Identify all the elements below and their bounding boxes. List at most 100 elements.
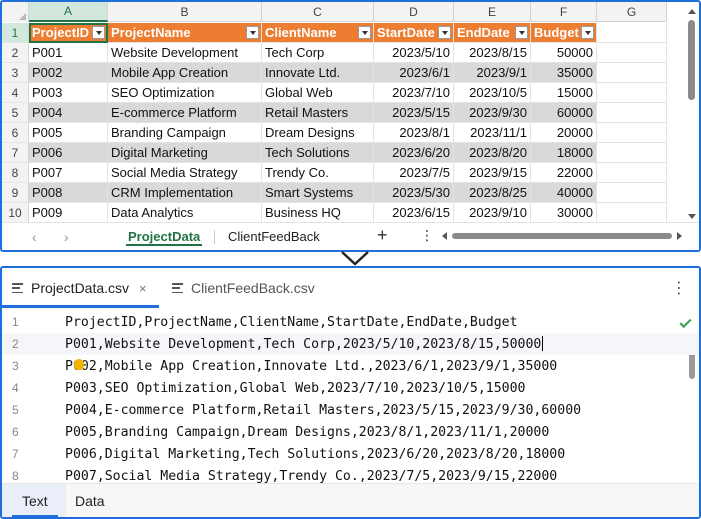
row-number[interactable]: 3 bbox=[2, 63, 29, 83]
filter-dropdown-icon[interactable] bbox=[438, 26, 451, 39]
table-cell[interactable]: 2023/7/10 bbox=[374, 83, 454, 103]
filter-dropdown-icon[interactable] bbox=[581, 26, 594, 39]
scroll-right-icon[interactable] bbox=[677, 232, 682, 240]
empty-cell[interactable] bbox=[597, 163, 667, 183]
row-number[interactable]: 2 bbox=[2, 43, 29, 63]
table-cell[interactable]: Business HQ bbox=[262, 203, 374, 223]
table-cell[interactable]: 2023/5/10 bbox=[374, 43, 454, 63]
code-line[interactable]: 7 P006,Digital Marketing,Tech Solutions,2… bbox=[2, 443, 699, 465]
file-tab-clientfeedback[interactable]: ClientFeedBack.csv bbox=[172, 268, 315, 308]
empty-cell[interactable] bbox=[597, 103, 667, 123]
column-header-c[interactable]: C bbox=[262, 2, 374, 22]
table-cell[interactable]: 2023/6/1 bbox=[374, 63, 454, 83]
sheet-tab-clientfeedback[interactable]: ClientFeedBack bbox=[220, 223, 328, 249]
header-cell-enddate[interactable]: EndDate bbox=[454, 23, 531, 43]
table-cell[interactable]: P001 bbox=[29, 43, 108, 63]
table-cell[interactable]: P007 bbox=[29, 163, 108, 183]
table-cell[interactable]: Tech Corp bbox=[262, 43, 374, 63]
table-cell[interactable]: Website Development bbox=[108, 43, 262, 63]
row-number[interactable]: 7 bbox=[2, 143, 29, 163]
row-number[interactable]: 6 bbox=[2, 123, 29, 143]
sheet-tab-projectdata[interactable]: ProjectData bbox=[120, 223, 208, 249]
header-cell-projectname[interactable]: ProjectName bbox=[108, 23, 262, 43]
next-sheet-icon[interactable]: › bbox=[64, 229, 69, 245]
table-cell[interactable]: CRM Implementation bbox=[108, 183, 262, 203]
table-cell[interactable]: Digital Marketing bbox=[108, 143, 262, 163]
table-cell[interactable]: P002 bbox=[29, 63, 108, 83]
table-cell[interactable]: Dream Designs bbox=[262, 123, 374, 143]
row-number[interactable]: 5 bbox=[2, 103, 29, 123]
table-cell[interactable]: 2023/11/1 bbox=[454, 123, 531, 143]
file-tab-projectdata[interactable]: ProjectData.csv × bbox=[12, 268, 147, 308]
scroll-thumb[interactable] bbox=[688, 20, 695, 100]
sheet-more-icon[interactable]: ⋮ bbox=[420, 227, 434, 244]
sheet-horizontal-scrollbar[interactable] bbox=[442, 229, 682, 243]
tab-data[interactable]: Data bbox=[75, 484, 105, 517]
table-cell[interactable]: P006 bbox=[29, 143, 108, 163]
scroll-down-icon[interactable] bbox=[688, 214, 696, 219]
table-cell[interactable]: P005 bbox=[29, 123, 108, 143]
table-cell[interactable]: Smart Systems bbox=[262, 183, 374, 203]
table-cell[interactable]: P003 bbox=[29, 83, 108, 103]
add-sheet-button[interactable]: + bbox=[377, 225, 388, 246]
table-cell[interactable]: Social Media Strategy bbox=[108, 163, 262, 183]
row-number[interactable]: 1 bbox=[2, 23, 29, 43]
table-cell[interactable]: P008 bbox=[29, 183, 108, 203]
table-cell[interactable]: Global Web bbox=[262, 83, 374, 103]
table-cell[interactable]: 22000 bbox=[531, 163, 597, 183]
tab-text[interactable]: Text bbox=[12, 484, 58, 517]
scroll-thumb[interactable] bbox=[452, 233, 672, 239]
code-line[interactable]: 6 P005,Branding Campaign,Dream Designs,20… bbox=[2, 421, 699, 443]
table-cell[interactable]: P009 bbox=[29, 203, 108, 223]
empty-cell[interactable] bbox=[597, 123, 667, 143]
prev-sheet-icon[interactable]: ‹ bbox=[32, 229, 37, 245]
empty-cell[interactable] bbox=[597, 63, 667, 83]
table-cell[interactable]: 2023/9/10 bbox=[454, 203, 531, 223]
row-number[interactable]: 8 bbox=[2, 163, 29, 183]
table-cell[interactable]: 35000 bbox=[531, 63, 597, 83]
code-line[interactable]: 1 ProjectID,ProjectName,ClientName,StartD… bbox=[2, 311, 699, 333]
scroll-left-icon[interactable] bbox=[442, 232, 447, 240]
table-cell[interactable]: 20000 bbox=[531, 123, 597, 143]
empty-cell[interactable] bbox=[597, 203, 667, 223]
table-cell[interactable]: 2023/6/15 bbox=[374, 203, 454, 223]
column-header-a[interactable]: A bbox=[29, 2, 108, 22]
table-cell[interactable]: Mobile App Creation bbox=[108, 63, 262, 83]
table-cell[interactable]: SEO Optimization bbox=[108, 83, 262, 103]
table-cell[interactable]: 60000 bbox=[531, 103, 597, 123]
table-cell[interactable]: 2023/8/1 bbox=[374, 123, 454, 143]
column-header-g[interactable]: G bbox=[597, 2, 667, 22]
sheet-vertical-scrollbar[interactable] bbox=[685, 2, 699, 224]
table-cell[interactable]: 15000 bbox=[531, 83, 597, 103]
column-header-b[interactable]: B bbox=[108, 2, 262, 22]
header-cell-budget[interactable]: Budget bbox=[531, 23, 597, 43]
code-line[interactable]: 3 P002,Mobile App Creation,Innovate Ltd.,… bbox=[2, 355, 699, 377]
table-cell[interactable]: Data Analytics bbox=[108, 203, 262, 223]
table-cell[interactable]: 2023/9/1 bbox=[454, 63, 531, 83]
lightbulb-icon[interactable] bbox=[74, 359, 84, 370]
scroll-up-icon[interactable] bbox=[688, 9, 696, 14]
code-editor[interactable]: 1 ProjectID,ProjectName,ClientName,StartD… bbox=[2, 311, 699, 484]
row-number[interactable]: 4 bbox=[2, 83, 29, 103]
table-cell[interactable]: 2023/8/15 bbox=[454, 43, 531, 63]
table-cell[interactable]: 40000 bbox=[531, 183, 597, 203]
filter-dropdown-icon[interactable] bbox=[515, 26, 528, 39]
empty-cell[interactable] bbox=[597, 183, 667, 203]
row-number[interactable]: 10 bbox=[2, 203, 29, 223]
header-cell-startdate[interactable]: StartDate bbox=[374, 23, 454, 43]
table-cell[interactable]: 2023/9/15 bbox=[454, 163, 531, 183]
column-header-d[interactable]: D bbox=[374, 2, 454, 22]
table-cell[interactable]: 30000 bbox=[531, 203, 597, 223]
table-cell[interactable]: Innovate Ltd. bbox=[262, 63, 374, 83]
table-cell[interactable]: 2023/8/25 bbox=[454, 183, 531, 203]
table-cell[interactable]: 2023/5/15 bbox=[374, 103, 454, 123]
empty-cell[interactable] bbox=[597, 143, 667, 163]
table-cell[interactable]: E-commerce Platform bbox=[108, 103, 262, 123]
column-header-f[interactable]: F bbox=[531, 2, 597, 22]
empty-cell[interactable] bbox=[597, 23, 667, 43]
code-line[interactable]: 4 P003,SEO Optimization,Global Web,2023/7… bbox=[2, 377, 699, 399]
table-cell[interactable]: 2023/6/20 bbox=[374, 143, 454, 163]
header-cell-projectid[interactable]: ProjectID bbox=[29, 23, 108, 43]
code-line[interactable]: 2 P001,Website Development,Tech Corp,2023… bbox=[2, 333, 699, 355]
table-cell[interactable]: Retail Masters bbox=[262, 103, 374, 123]
